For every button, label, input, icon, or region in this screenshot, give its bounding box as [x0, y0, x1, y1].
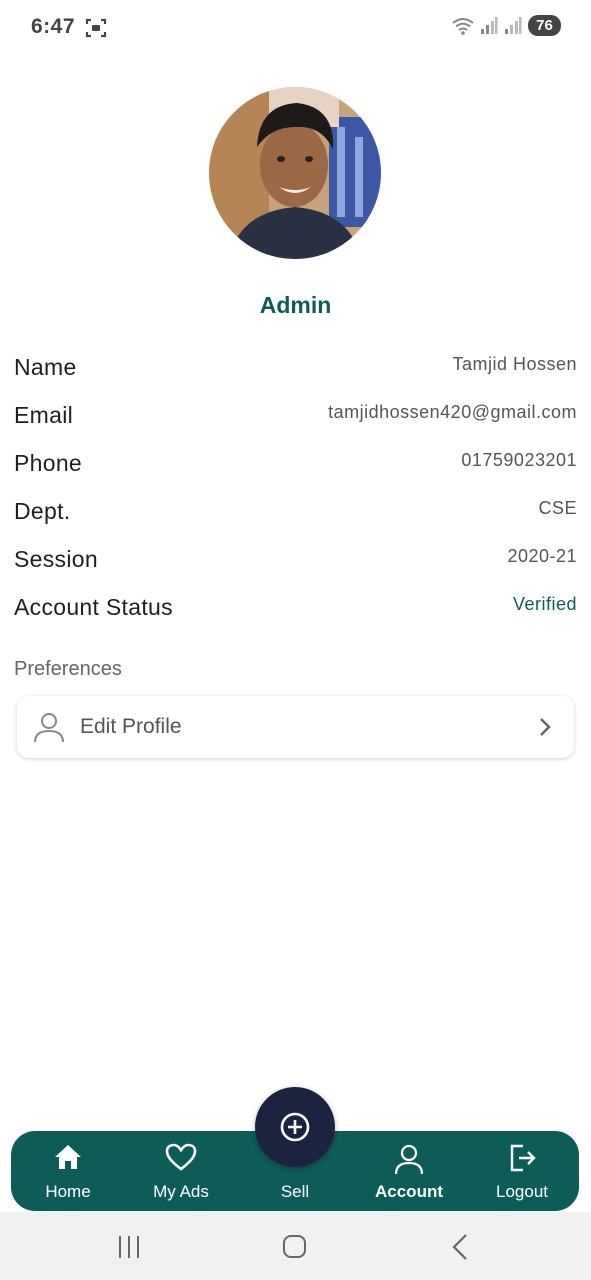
preferences-heading: Preferences — [14, 658, 122, 680]
chevron-right-icon — [540, 718, 551, 736]
nav-label: Home — [45, 1182, 91, 1201]
wifi-icon — [452, 17, 474, 35]
profile-photo — [209, 87, 381, 259]
logout-icon — [510, 1144, 536, 1172]
info-label: Dept. — [14, 498, 71, 524]
info-label: Session — [14, 546, 98, 572]
info-row-account-status: Account Status Verified — [14, 590, 577, 638]
screenshot-icon — [85, 18, 107, 38]
recent-apps-icon[interactable] — [109, 1232, 149, 1262]
profile-info-list: Name Tamjid Hossen Email tamjidhossen420… — [14, 350, 577, 638]
person-icon — [34, 713, 64, 743]
nav-label: Logout — [496, 1182, 548, 1201]
info-row-session: Session 2020-21 — [14, 542, 577, 590]
info-value: 2020-21 — [507, 546, 577, 566]
info-row-name: Name Tamjid Hossen — [14, 350, 577, 398]
signal-icon — [481, 16, 498, 34]
info-value: tamjidhossen420@gmail.com — [328, 402, 577, 422]
battery-indicator: 76 — [528, 15, 561, 36]
nav-my-ads[interactable]: My Ads — [126, 1131, 236, 1211]
home-icon — [55, 1145, 81, 1169]
nav-logout[interactable]: Logout — [467, 1131, 577, 1211]
person-icon — [394, 1144, 424, 1175]
info-row-dept: Dept. CSE — [14, 494, 577, 542]
home-nav-icon[interactable] — [274, 1232, 314, 1262]
plus-circle-icon — [280, 1112, 310, 1142]
info-value: CSE — [538, 498, 577, 518]
edit-profile-button[interactable]: Edit Profile — [17, 696, 574, 758]
nav-home[interactable]: Home — [13, 1131, 123, 1211]
info-label: Phone — [14, 450, 83, 476]
info-value: Tamjid Hossen — [452, 354, 577, 374]
edit-profile-label: Edit Profile — [80, 715, 182, 738]
status-time: 6:47 — [31, 15, 76, 38]
sell-button[interactable] — [255, 1087, 335, 1167]
nav-label: Sell — [280, 1182, 310, 1201]
heart-icon — [165, 1143, 197, 1171]
status-bar: 6:47 76 — [0, 0, 591, 56]
info-label: Name — [14, 354, 77, 380]
info-row-email: Email tamjidhossen420@gmail.com — [14, 398, 577, 446]
status-badge: Verified — [512, 594, 577, 614]
avatar[interactable] — [209, 87, 381, 259]
nav-label: Account — [375, 1182, 443, 1201]
role-title: Admin — [259, 292, 332, 318]
info-row-phone: Phone 01759023201 — [14, 446, 577, 494]
status-icons: 76 — [452, 15, 561, 36]
nav-label: My Ads — [153, 1182, 209, 1201]
info-label: Account Status — [14, 594, 173, 620]
back-icon[interactable] — [440, 1232, 480, 1262]
signal-icon — [505, 16, 522, 34]
nav-account[interactable]: Account — [354, 1131, 464, 1211]
info-value: 01759023201 — [461, 450, 577, 470]
system-navigation-bar — [0, 1212, 591, 1280]
info-label: Email — [14, 402, 74, 428]
